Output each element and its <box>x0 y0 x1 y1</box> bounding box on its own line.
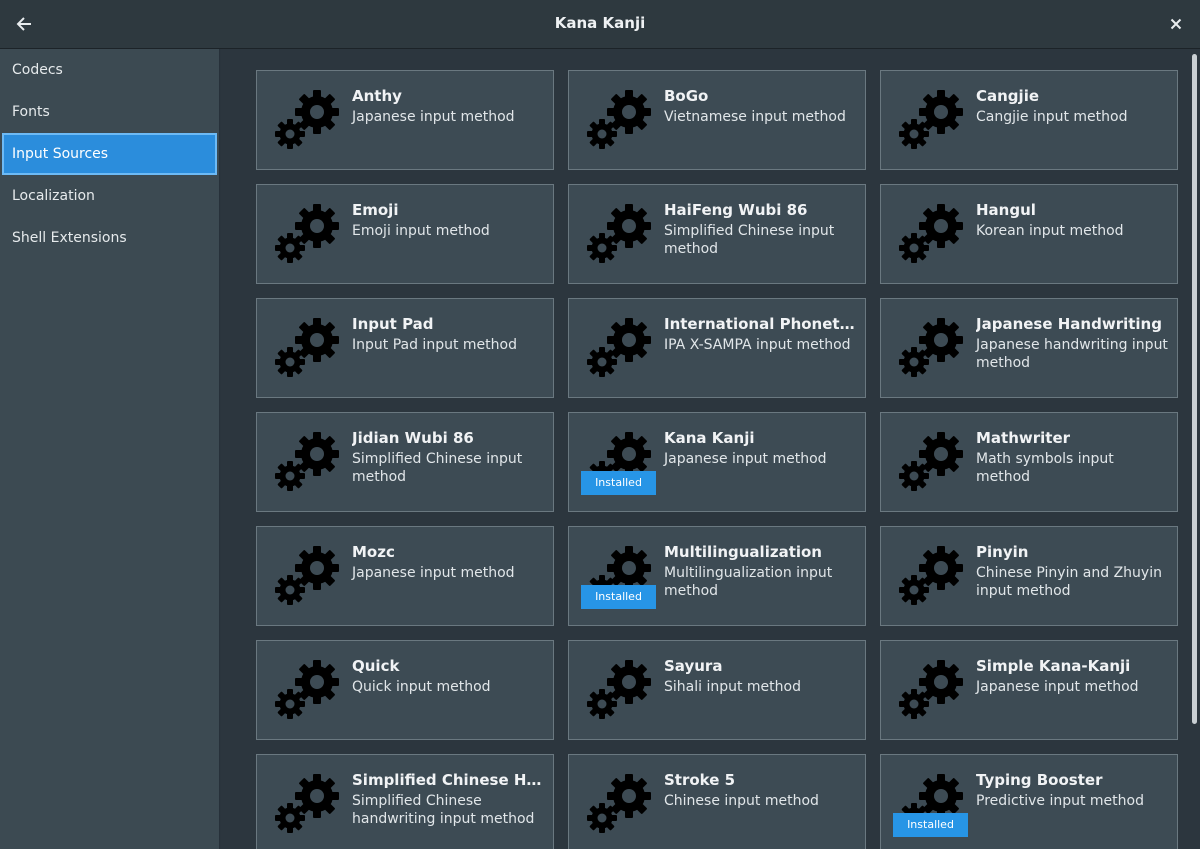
card-description: Japanese handwriting input method <box>976 337 1168 371</box>
card-title: Japanese Handwriting <box>976 315 1162 333</box>
card-title: Pinyin <box>976 543 1029 561</box>
sidebar-item-input-sources[interactable]: Input Sources <box>2 133 217 175</box>
installed-badge: Installed <box>581 471 656 495</box>
input-source-card[interactable]: BoGo Vietnamese input method <box>568 70 866 170</box>
card-title: Typing Booster <box>976 771 1103 789</box>
page-title: Kana Kanji <box>554 14 646 32</box>
input-source-card[interactable]: Mozc Japanese input method <box>256 526 554 626</box>
card-title: Sayura <box>664 657 723 675</box>
input-source-card[interactable]: Japanese Handwriting Japanese handwriting… <box>880 298 1178 398</box>
input-source-card[interactable]: Mathwriter Math symbols input method <box>880 412 1178 512</box>
input-source-card[interactable]: International Phonetic… IPA X-SAMPA input… <box>568 298 866 398</box>
gears-icon <box>275 204 339 263</box>
card-description: Japanese input method <box>664 451 827 467</box>
gears-icon <box>899 660 963 719</box>
installed-badge: Installed <box>893 813 968 837</box>
card-title: Simplified Chinese Ha… <box>352 771 545 789</box>
card-title: Input Pad <box>352 315 434 333</box>
card-title: Stroke 5 <box>664 771 736 789</box>
input-source-card[interactable]: Pinyin Chinese Pinyin and Zhuyin input me… <box>880 526 1178 626</box>
sidebar-item-codecs[interactable]: Codecs <box>0 49 219 91</box>
installed-badge: Installed <box>581 585 656 609</box>
card-description: Korean input method <box>976 223 1124 239</box>
card-description: Vietnamese input method <box>664 109 846 125</box>
gears-icon <box>275 546 339 605</box>
gears-icon <box>275 318 339 377</box>
card-description: Japanese input method <box>976 679 1139 695</box>
sidebar-item-localization[interactable]: Localization <box>0 175 219 217</box>
close-icon <box>1170 18 1182 30</box>
close-button[interactable] <box>1164 12 1188 36</box>
card-description: Quick input method <box>352 679 491 695</box>
card-description: Input Pad input method <box>352 337 517 353</box>
gears-icon <box>275 432 339 491</box>
gears-icon <box>899 432 963 491</box>
card-description: Simplified Chinese input method <box>352 451 523 485</box>
input-source-card[interactable]: Cangjie Cangjie input method <box>880 70 1178 170</box>
gears-icon <box>275 660 339 719</box>
input-source-card[interactable]: Quick Quick input method <box>256 640 554 740</box>
card-title: Hangul <box>976 201 1036 219</box>
card-title: Simple Kana-Kanji <box>976 657 1131 675</box>
card-title: Jidian Wubi 86 <box>352 429 474 447</box>
input-source-card[interactable]: Stroke 5 Chinese input method <box>568 754 866 849</box>
card-description: Emoji input method <box>352 223 490 239</box>
gears-icon <box>275 774 339 833</box>
gears-icon <box>587 318 651 377</box>
header-bar: Kana Kanji <box>0 0 1200 49</box>
card-title: Cangjie <box>976 87 1040 105</box>
card-description: Japanese input method <box>352 565 515 581</box>
input-source-card[interactable]: Kana Kanji Japanese input method Installed <box>568 412 866 512</box>
card-title: HaiFeng Wubi 86 <box>664 201 808 219</box>
main-content: Anthy Japanese input method BoGo Vietnamese… <box>221 49 1200 849</box>
scrollbar[interactable] <box>1192 54 1197 724</box>
gears-icon <box>275 90 339 149</box>
card-description: Math symbols input method <box>976 451 1114 485</box>
input-source-card[interactable]: Typing Booster Predictive input method Ins… <box>880 754 1178 849</box>
input-source-card[interactable]: Simple Kana-Kanji Japanese input method <box>880 640 1178 740</box>
sidebar-item-fonts[interactable]: Fonts <box>0 91 219 133</box>
input-source-card[interactable]: Jidian Wubi 86 Simplified Chinese input m… <box>256 412 554 512</box>
card-description: Predictive input method <box>976 793 1144 809</box>
card-description: Chinese Pinyin and Zhuyin input method <box>976 565 1162 599</box>
input-source-card[interactable]: Sayura Sihali input method <box>568 640 866 740</box>
card-description: IPA X-SAMPA input method <box>664 337 851 353</box>
gears-icon <box>587 90 651 149</box>
card-description: Simplified Chinese handwriting input met… <box>352 793 535 827</box>
gears-icon <box>899 546 963 605</box>
card-description: Cangjie input method <box>976 109 1128 125</box>
card-title: Quick <box>352 657 400 675</box>
input-source-card[interactable]: Anthy Japanese input method <box>256 70 554 170</box>
gears-icon <box>587 204 651 263</box>
card-title: Mozc <box>352 543 395 561</box>
input-source-card[interactable]: Hangul Korean input method <box>880 184 1178 284</box>
sidebar: Codecs Fonts Input Sources Localization Shel… <box>0 49 220 849</box>
gears-icon <box>899 90 963 149</box>
input-source-card[interactable]: Multilingualization Multilingualization i… <box>568 526 866 626</box>
gears-icon <box>899 204 963 263</box>
card-title: Emoji <box>352 201 399 219</box>
input-source-card[interactable]: Simplified Chinese Ha… Simplified Chinese… <box>256 754 554 849</box>
gears-icon <box>899 318 963 377</box>
sidebar-item-shell-extensions[interactable]: Shell Extensions <box>0 217 219 259</box>
input-source-card[interactable]: Emoji Emoji input method <box>256 184 554 284</box>
card-title: Multilingualization <box>664 543 822 561</box>
card-description: Simplified Chinese input method <box>664 223 835 257</box>
gears-icon <box>587 774 651 833</box>
card-description: Sihali input method <box>664 679 801 695</box>
card-title: Kana Kanji <box>664 429 755 447</box>
card-description: Japanese input method <box>352 109 515 125</box>
card-title: Anthy <box>352 87 402 105</box>
input-source-card[interactable]: HaiFeng Wubi 86 Simplified Chinese input … <box>568 184 866 284</box>
input-source-card[interactable]: Input Pad Input Pad input method <box>256 298 554 398</box>
card-title: International Phonetic… <box>664 315 857 333</box>
card-title: Mathwriter <box>976 429 1071 447</box>
input-source-grid: Anthy Japanese input method BoGo Vietnamese… <box>256 70 1178 849</box>
card-description: Multilingualization input method <box>664 565 833 599</box>
card-description: Chinese input method <box>664 793 819 809</box>
gears-icon <box>587 660 651 719</box>
card-title: BoGo <box>664 87 709 105</box>
